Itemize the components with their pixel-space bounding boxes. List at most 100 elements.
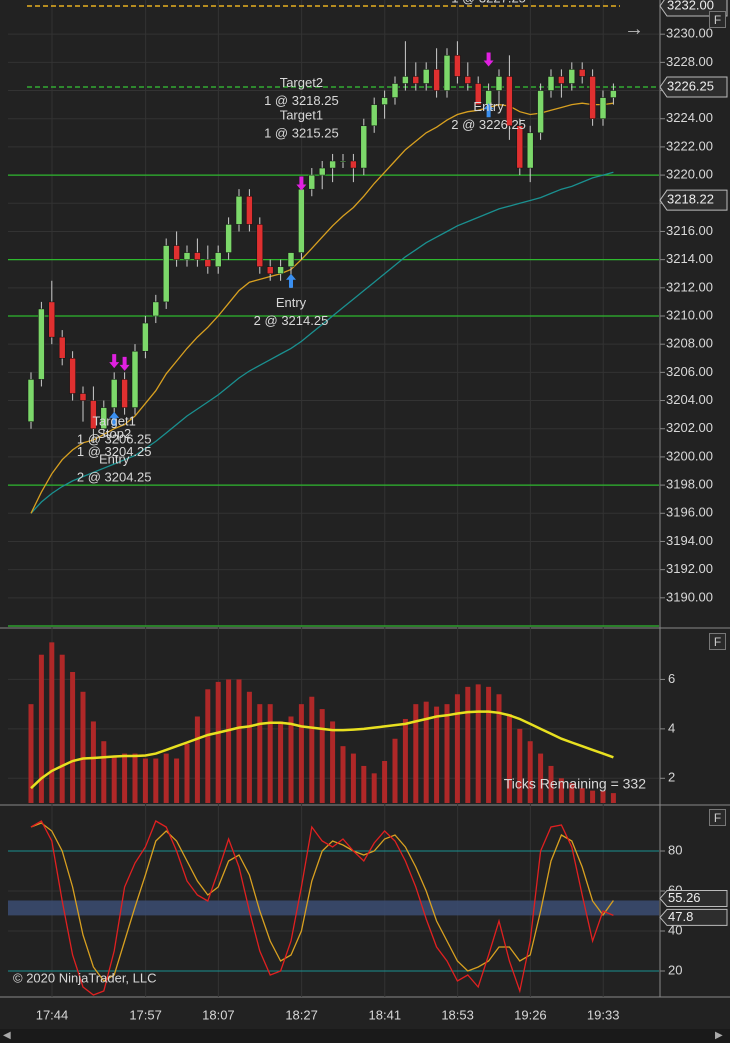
- candle-body: [599, 97, 607, 119]
- price-panel-badge[interactable]: F: [709, 11, 726, 28]
- candle-body: [131, 350, 139, 408]
- exit-arrow-icon: [109, 354, 120, 369]
- volume-bar: [70, 672, 76, 803]
- trade-annotation-label: Entry: [99, 451, 130, 466]
- volume-tick-label: 4: [668, 720, 675, 735]
- price-tick-label: 3224.00: [666, 110, 713, 125]
- time-tick-label: 18:53: [441, 1007, 474, 1022]
- candle-body: [121, 379, 128, 408]
- volume-bar: [382, 760, 388, 803]
- stochastics-badge-label: 55.26: [668, 890, 701, 905]
- volume-bar: [90, 721, 96, 803]
- volume-bar: [226, 679, 232, 803]
- volume-bar: [423, 701, 429, 803]
- price-tick-label: 3194.00: [666, 533, 713, 548]
- candle-body: [537, 90, 544, 134]
- trade-annotation-label: 1 @ 3218.25: [264, 93, 339, 108]
- volume-bar: [132, 753, 138, 803]
- copyright-label: © 2020 NinjaTrader, LLC: [13, 970, 157, 985]
- volume-bar: [486, 686, 492, 803]
- trade-annotation-label: Entry: [473, 99, 504, 114]
- stochastics-panel-badge[interactable]: F: [709, 809, 726, 826]
- price-tick-label: 3228.00: [666, 54, 713, 69]
- volume-bar: [361, 765, 367, 803]
- exit-arrow-icon: [483, 52, 494, 67]
- trade-annotation-label: 2 @ 3214.25: [254, 313, 329, 328]
- price-tick-label: 3190.00: [666, 589, 713, 604]
- volume-bar: [278, 721, 284, 803]
- candle-body: [266, 266, 274, 274]
- volume-bar: [413, 704, 419, 803]
- time-tick-label: 19:26: [514, 1007, 547, 1022]
- scroll-left-icon[interactable]: ◀: [3, 1029, 11, 1043]
- volume-bar: [496, 694, 502, 803]
- volume-bar: [163, 753, 169, 803]
- candle-body: [464, 76, 472, 84]
- price-tick-label: 3208.00: [666, 336, 713, 351]
- stochastics-tick-label: 20: [668, 962, 682, 977]
- candle-body: [558, 76, 565, 84]
- price-badge: 3218.22: [659, 189, 728, 211]
- candle-body: [443, 55, 451, 91]
- price-badge-label: 3218.22: [667, 192, 714, 207]
- trade-annotation-label: 2 @ 3204.25: [77, 469, 152, 484]
- candle-body: [308, 174, 316, 190]
- candle-body: [298, 188, 305, 253]
- price-tick-label: 3216.00: [666, 223, 713, 238]
- volume-bar: [184, 743, 190, 803]
- volume-bar: [444, 704, 450, 803]
- scroll-right-icon[interactable]: ▶: [715, 1029, 723, 1043]
- candle-body: [547, 76, 555, 91]
- volume-bar: [465, 686, 471, 803]
- candle-body: [256, 224, 264, 267]
- candle-body: [27, 379, 35, 422]
- price-tick-label: 3200.00: [666, 448, 713, 463]
- volume-bar: [309, 696, 315, 803]
- volume-bar: [590, 790, 596, 803]
- candle-body: [350, 160, 357, 169]
- price-badge: 3226.25: [659, 76, 728, 98]
- volume-tick-label: 2: [668, 770, 675, 785]
- candle-body: [578, 69, 586, 77]
- volume-panel-badge[interactable]: F: [709, 633, 726, 650]
- exit-arrow-icon: [119, 356, 130, 371]
- volume-bar: [288, 716, 294, 803]
- candle-body: [454, 55, 461, 77]
- horizontal-scrollbar[interactable]: ◀ ▶: [0, 1029, 730, 1043]
- trade-annotation-label: Entry: [276, 295, 307, 310]
- volume-bar: [205, 689, 211, 803]
- price-tick-label: 3230.00: [666, 26, 713, 41]
- trade-annotation-label: 2 @ 3226.25: [451, 117, 526, 132]
- price-tick-label: 3220.00: [666, 167, 713, 182]
- trade-annotation-label: Target2: [280, 75, 323, 90]
- candle-body: [235, 195, 243, 225]
- candle-body: [391, 83, 399, 98]
- volume-bar: [298, 704, 304, 803]
- volume-tick-label: 6: [668, 671, 675, 686]
- candle-body: [152, 301, 160, 317]
- volume-bar: [59, 654, 65, 803]
- time-tick-label: 17:57: [129, 1007, 162, 1022]
- candle-body: [422, 69, 430, 84]
- price-tick-label: 3210.00: [666, 307, 713, 322]
- candle-body: [516, 125, 524, 169]
- volume-bar: [215, 681, 221, 803]
- candle-body: [162, 245, 170, 303]
- candle-body: [610, 90, 617, 98]
- candle-body: [360, 125, 368, 169]
- volume-bar: [122, 753, 128, 803]
- candle-body: [339, 160, 347, 163]
- price-badge-label: 3232.00: [667, 0, 714, 12]
- price-badge-label: 3226.25: [667, 78, 714, 93]
- volume-bar: [257, 704, 263, 803]
- candle-body: [214, 252, 222, 267]
- volume-bar: [142, 758, 148, 803]
- scroll-to-latest-icon[interactable]: →: [624, 19, 644, 39]
- ticks-remaining-label: Ticks Remaining = 332: [504, 776, 646, 792]
- candle-body: [277, 266, 284, 274]
- candle-body: [318, 167, 326, 176]
- price-tick-label: 3204.00: [666, 392, 713, 407]
- volume-bar: [194, 716, 200, 803]
- volume-bar: [371, 773, 377, 803]
- stochastics-tick-label: 80: [668, 842, 682, 857]
